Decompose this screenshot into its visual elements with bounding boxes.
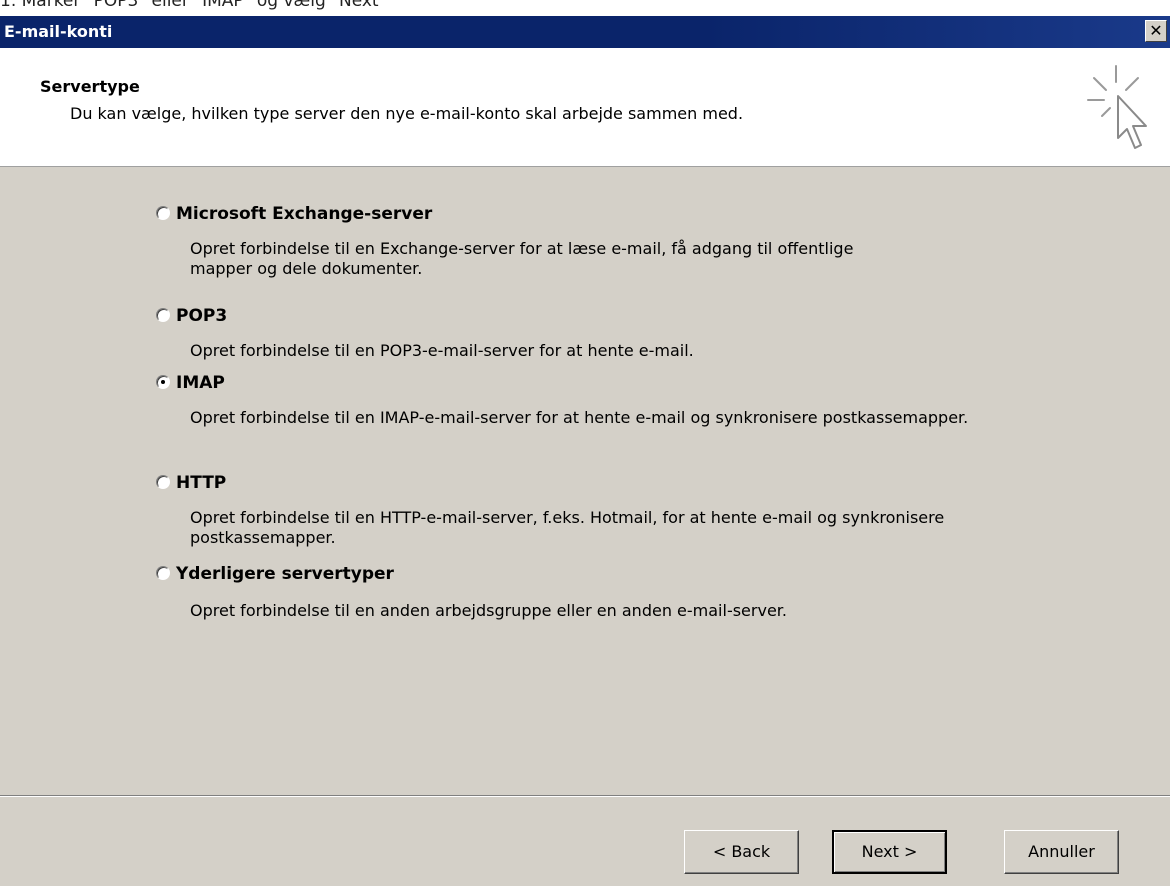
dialog-title: E-mail-konti <box>4 22 113 41</box>
next-button[interactable]: Next > <box>832 830 947 874</box>
option-description: Opret forbindelse til en Exchange-server… <box>190 239 854 278</box>
option-label[interactable]: Yderligere servertyper <box>176 564 394 584</box>
radio-pop3[interactable] <box>156 308 170 322</box>
close-icon: ✕ <box>1149 21 1163 40</box>
option-description: Opret forbindelse til en anden arbejdsgr… <box>190 601 787 620</box>
option-label[interactable]: POP3 <box>176 306 227 326</box>
radio-imap[interactable] <box>156 375 170 389</box>
option-description: Opret forbindelse til en IMAP-e-mail-ser… <box>190 408 969 427</box>
dialog-titlebar: E-mail-konti ✕ <box>0 16 1170 48</box>
back-button[interactable]: < Back <box>684 830 799 874</box>
cancel-button[interactable]: Annuller <box>1004 830 1119 874</box>
wizard-cursor-icon <box>1087 65 1147 149</box>
instruction-caption: 1. Marker "POP3" eller "IMAP" og vælg "N… <box>0 0 387 10</box>
option-description: Opret forbindelse til en HTTP-e-mail-ser… <box>190 508 945 547</box>
page-title: Servertype <box>40 77 140 96</box>
button-divider <box>0 795 1170 797</box>
radio-other[interactable] <box>156 566 170 580</box>
radio-http[interactable] <box>156 475 170 489</box>
option-label[interactable]: Microsoft Exchange-server <box>176 204 432 224</box>
option-label[interactable]: IMAP <box>176 373 225 393</box>
radio-exchange[interactable] <box>156 206 170 220</box>
radio-selected-dot <box>161 380 165 384</box>
wizard-body: Microsoft Exchange-server Opret forbinde… <box>0 167 1170 886</box>
close-button[interactable]: ✕ <box>1145 20 1167 42</box>
page-subtitle: Du kan vælge, hvilken type server den ny… <box>70 104 744 123</box>
wizard-header: Servertype Du kan vælge, hvilken type se… <box>0 48 1170 167</box>
option-label[interactable]: HTTP <box>176 473 226 493</box>
option-description: Opret forbindelse til en POP3-e-mail-ser… <box>190 341 694 360</box>
